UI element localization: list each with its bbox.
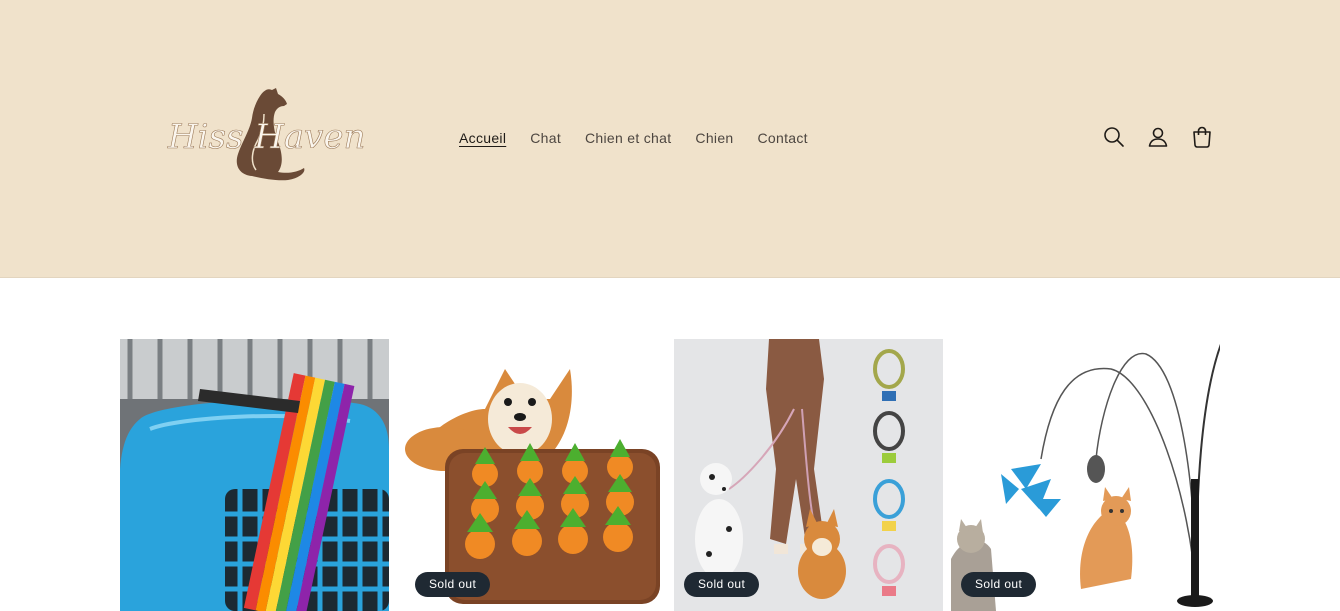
account-icon <box>1148 127 1168 147</box>
nav-item-accueil[interactable]: Accueil <box>459 128 506 148</box>
product-card-leashes[interactable]: Sold out <box>674 339 943 611</box>
search-icon <box>1104 127 1124 147</box>
nav-item-chien-et-chat[interactable]: Chien et chat <box>585 128 671 148</box>
nav-item-contact[interactable]: Contact <box>758 128 808 148</box>
sold-out-badge: Sold out <box>684 572 760 597</box>
product-image-pet-carrier <box>120 339 389 611</box>
site-header: Hiss Haven Accueil Chat Chien et chat Ch… <box>0 0 1340 278</box>
product-image-cat-wand <box>951 339 1220 611</box>
nav-item-chien[interactable]: Chien <box>695 128 733 148</box>
sold-out-badge: Sold out <box>415 572 491 597</box>
cart-icon <box>1193 126 1211 148</box>
header-icons <box>1100 123 1232 151</box>
product-card-pet-carrier[interactable] <box>120 339 389 611</box>
account-button[interactable] <box>1144 123 1172 151</box>
product-image-leashes <box>674 339 943 611</box>
logo-text: Hiss Haven <box>167 117 365 157</box>
logo-image: Hiss Haven <box>167 88 366 181</box>
main-navigation: Accueil Chat Chien et chat Chien Contact <box>459 128 832 148</box>
hiss-haven-logo[interactable]: Hiss Haven <box>160 80 385 192</box>
cart-button[interactable] <box>1188 123 1216 151</box>
nav-item-chat[interactable]: Chat <box>530 128 561 148</box>
product-image-snuffle-mat <box>405 339 674 611</box>
search-button[interactable] <box>1100 123 1128 151</box>
sold-out-badge: Sold out <box>961 572 1037 597</box>
product-grid: Sold out Sold out Sold out <box>120 339 1220 611</box>
product-card-cat-wand[interactable]: Sold out <box>951 339 1220 611</box>
product-card-snuffle-mat[interactable]: Sold out <box>405 339 674 611</box>
